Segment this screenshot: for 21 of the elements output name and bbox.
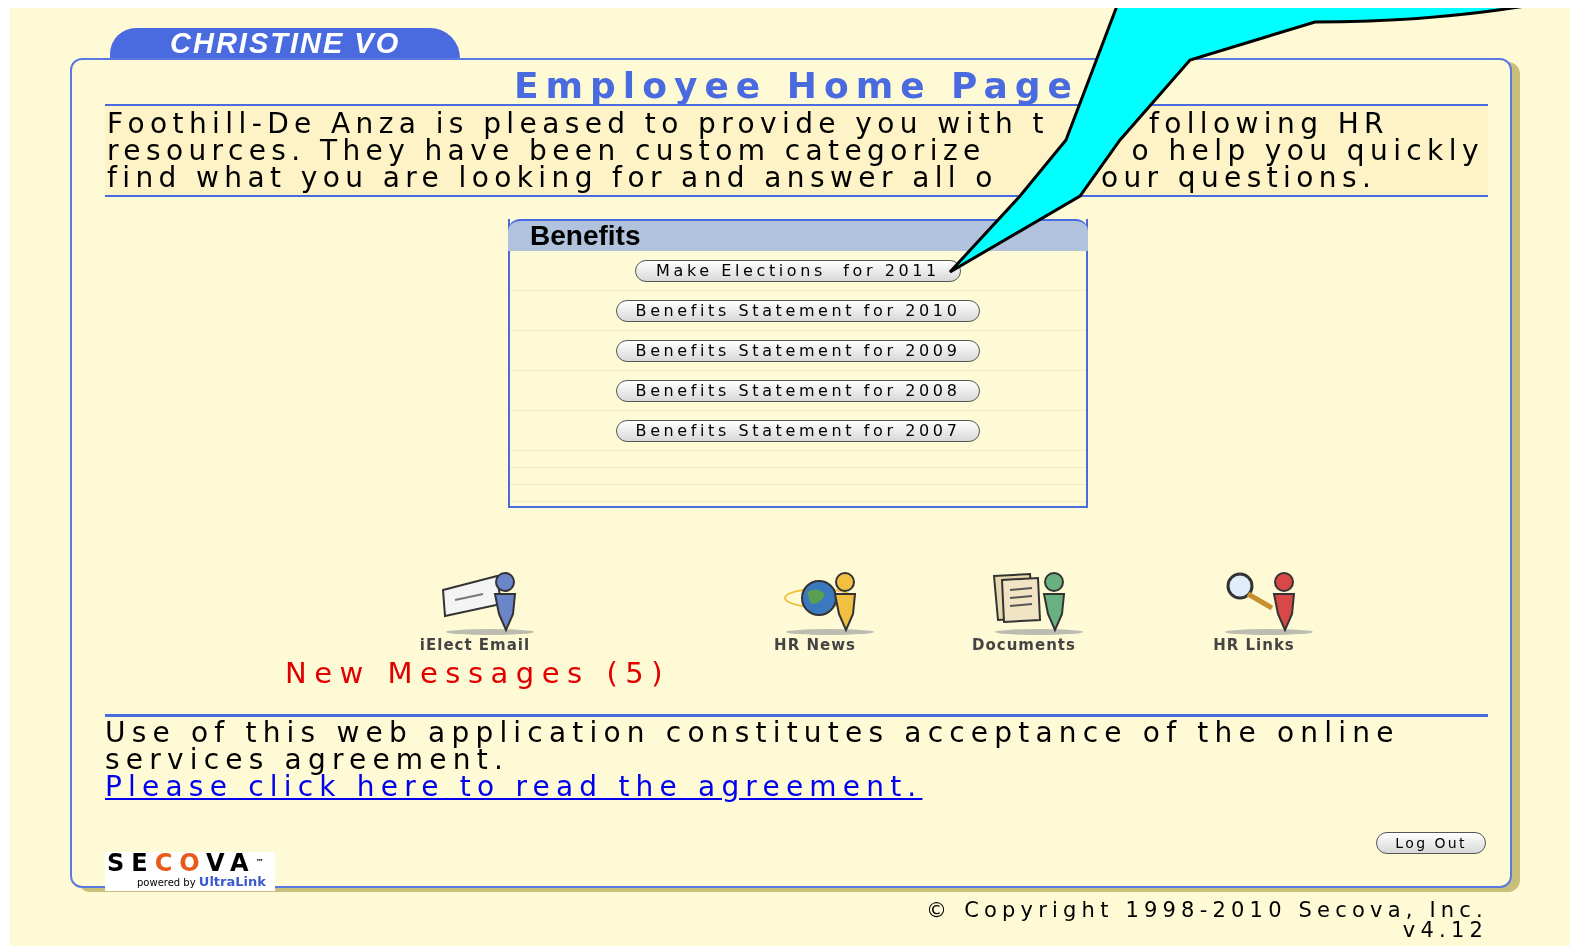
shortcut-label[interactable]: Documents [972,636,1076,654]
intro-text: our questions. [1100,164,1377,191]
version-text: v4.12 [1402,920,1489,940]
benefit-button[interactable]: Benefits Statement for 2008 [615,379,981,402]
intro-text: following HR [1148,110,1389,137]
agreement-text: Use of this web application constitutes acceptance of the online services agreement. [105,719,1401,773]
benefit-button[interactable]: Benefits Statement for 2009 [615,339,981,362]
log-out-button[interactable]: Log Out [1376,832,1486,854]
benefit-button[interactable]: Benefits Statement for 2010 [615,299,981,322]
benefit-button[interactable]: Make Elections for 2011 [635,259,961,282]
new-messages-link[interactable]: New Messages (5) [285,656,670,690]
benefit-button[interactable]: Benefits Statement for 2007 [615,419,981,442]
intro-text: Foothill-De Anza is pleased to provide you with t [107,110,1049,137]
agreement-link[interactable]: Please click here to read the agreement. [105,773,923,800]
page-title: Employee Home Page [513,68,1080,104]
shortcut-label[interactable]: HR News [774,636,856,654]
secova-logo: SE CO VA™ powered by UltraLink [105,852,275,891]
shortcut-label[interactable]: HR Links [1213,636,1295,654]
copyright-text: © Copyright 1998-2010 Secova, Inc. [925,900,1489,920]
benefits-title: Benefits [530,220,641,251]
shortcut-label[interactable]: iElect Email [419,636,531,654]
